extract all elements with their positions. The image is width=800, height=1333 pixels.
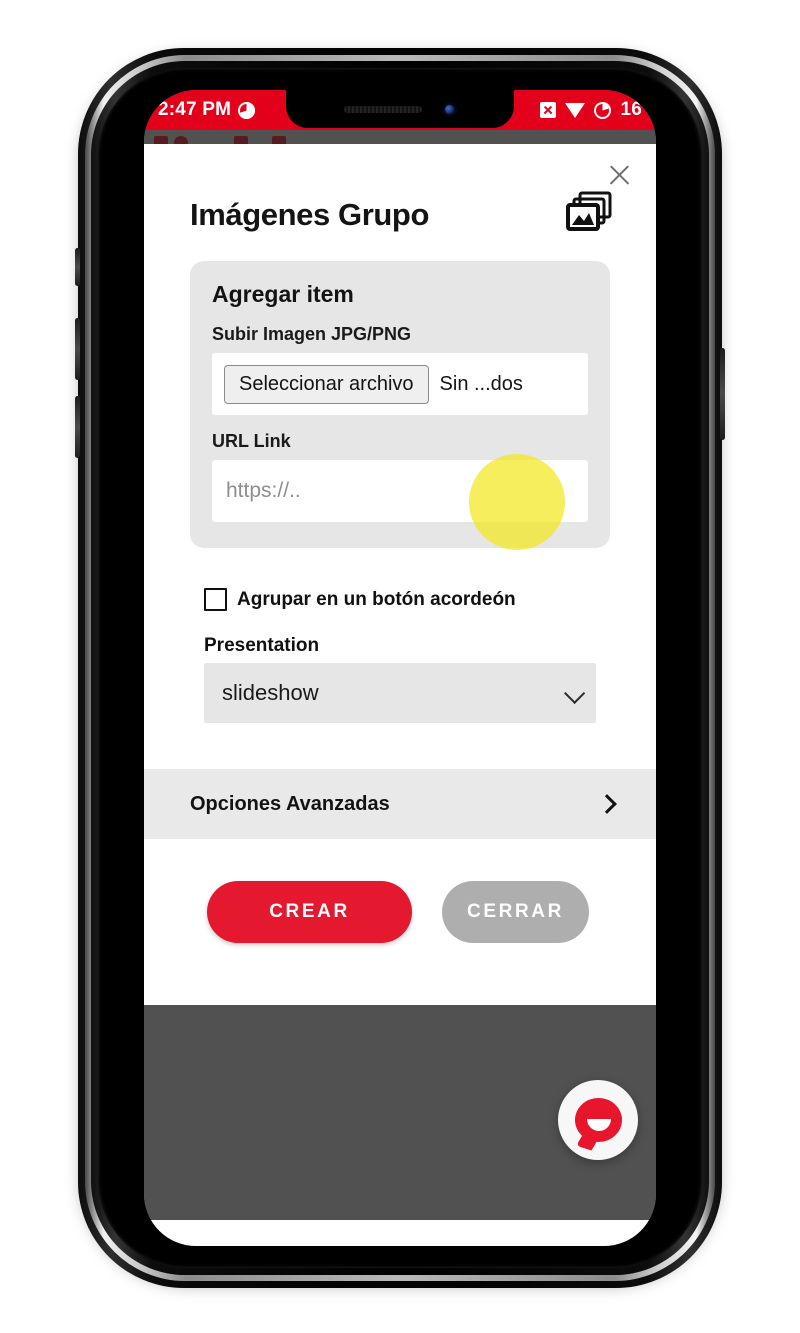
images-stack-icon [566,190,614,239]
chat-bubble-icon [574,1098,622,1142]
triangle-down-icon [565,102,586,118]
pie-clock-icon [238,101,256,119]
x-box-icon [540,102,557,118]
earpiece-speaker [343,105,422,113]
modal-actions: CREAR CERRAR [144,839,656,1005]
phone-notch [286,90,514,128]
url-input[interactable] [212,460,588,522]
chat-bubble-smile [586,1119,611,1131]
chevron-right-icon [597,794,617,814]
close-icon[interactable] [604,160,634,190]
status-bar-left: 2:47 PM [158,99,256,121]
status-time: 2:47 PM [158,99,232,120]
page-title: Imágenes Grupo [190,196,430,232]
create-button[interactable]: CREAR [207,881,412,943]
chat-fab-button[interactable] [558,1080,638,1160]
presentation-select-wrap[interactable]: slideshow [204,663,610,723]
pie-battery-icon [594,101,612,119]
silent-switch[interactable] [75,248,80,286]
cerrar-button[interactable]: CERRAR [442,881,589,943]
add-item-panel: Agregar item Subir Imagen JPG/PNG Selecc… [190,261,610,548]
url-label: URL Link [212,431,291,451]
group-accordion-checkbox[interactable] [204,588,227,611]
advanced-options-row[interactable]: Opciones Avanzadas [144,769,656,839]
presentation-select[interactable]: slideshow [204,663,596,723]
presentation-label: Presentation [204,635,320,656]
phone-device: 2:47 PM 16 Imágenes Grupo Agregar item S… [75,48,725,1288]
file-input-row[interactable]: Seleccionar archivo Sin ...dos [212,353,588,415]
select-file-button[interactable]: Seleccionar archivo [224,364,429,404]
power-button[interactable] [720,348,725,440]
battery-number: 16 [620,99,642,120]
modal-header: Imágenes Grupo [144,144,656,239]
status-bar-right: 16 [540,99,642,121]
upload-label: Subir Imagen JPG/PNG [212,324,412,344]
advanced-options-label: Opciones Avanzadas [190,792,390,815]
file-status-text: Sin ...dos [439,372,523,395]
images-group-modal: Imágenes Grupo Agregar item Subir Imagen… [144,144,656,1005]
modal-body: Agregar item Subir Imagen JPG/PNG Selecc… [144,239,656,723]
group-accordion-label: Agrupar en un botón acordeón [237,588,516,610]
volume-down-button[interactable] [75,396,80,458]
home-indicator-area [144,1220,656,1246]
group-accordion-checkbox-row[interactable]: Agrupar en un botón acordeón [204,588,610,611]
volume-up-button[interactable] [75,318,80,380]
phone-screen: 2:47 PM 16 Imágenes Grupo Agregar item S… [144,90,656,1246]
panel-heading: Agregar item [212,281,354,307]
front-camera [441,101,457,117]
